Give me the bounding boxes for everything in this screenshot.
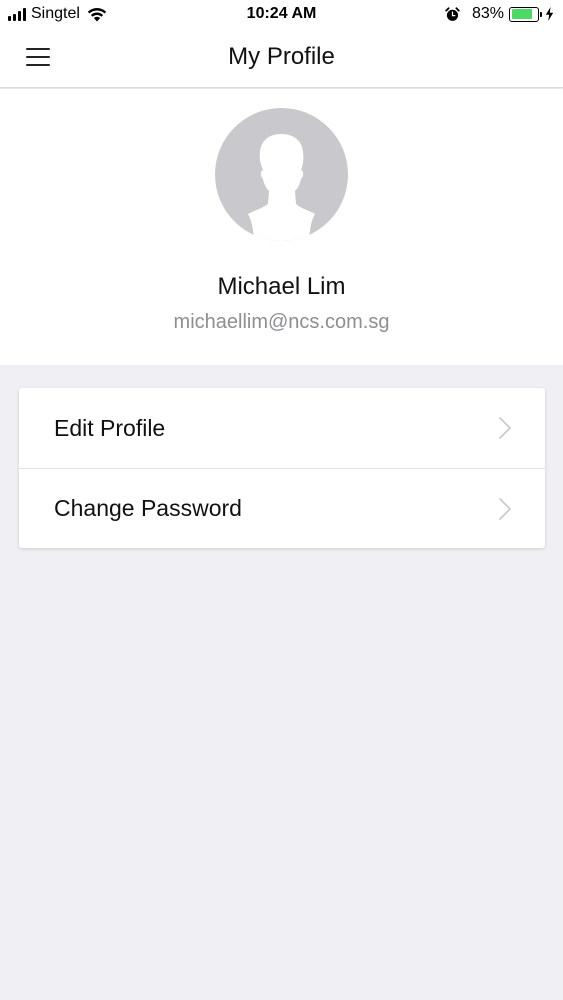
chevron-right-icon: [499, 498, 511, 520]
user-name: Michael Lim: [217, 273, 346, 300]
battery-icon: [509, 6, 542, 22]
status-bar: Singtel 10:24 AM 83%: [0, 0, 563, 30]
change-password-button[interactable]: Change Password: [19, 468, 545, 548]
status-right: 83%: [445, 5, 554, 23]
navigation-bar: My Profile: [0, 30, 563, 88]
chevron-right-icon: [499, 417, 511, 439]
edit-profile-button[interactable]: Edit Profile: [19, 388, 545, 468]
battery-fill: [511, 9, 533, 19]
default-user-silhouette-icon: [248, 134, 315, 241]
profile-menu-card: Edit Profile Change Password: [19, 388, 545, 548]
change-password-label: Change Password: [54, 495, 242, 521]
alarm-icon: [445, 6, 460, 21]
user-email: michaellim@ncs.com.sg: [173, 311, 390, 333]
edit-profile-label: Edit Profile: [54, 414, 166, 441]
battery-percent: 83%: [471, 5, 504, 22]
profile-header: Michael Lim michaellim@ncs.com.sg: [0, 89, 563, 365]
profile-screen: Singtel 10:24 AM 83% My Profile Michael …: [0, 0, 563, 1000]
page-title: My Profile: [228, 43, 335, 70]
avatar: [215, 108, 348, 241]
charging-bolt-icon: [545, 7, 554, 21]
